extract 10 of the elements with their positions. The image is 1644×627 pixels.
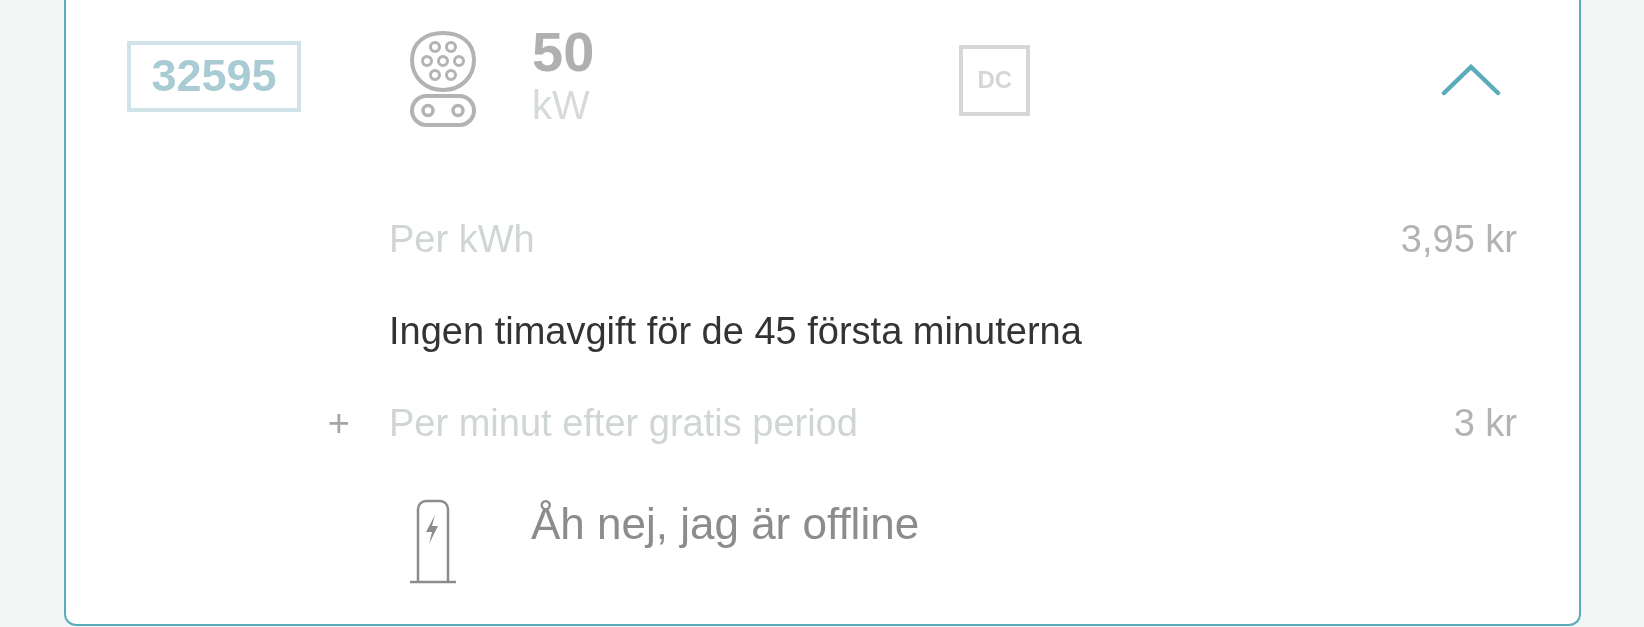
plus-sign: + — [327, 401, 350, 445]
charging-station-icon — [409, 498, 457, 584]
price-note: Ingen timavgift för de 45 första minuterna — [389, 309, 1082, 353]
power-value: 50 — [532, 22, 595, 82]
status-message: Åh nej, jag är offline — [531, 498, 920, 550]
collapse-chevron-button[interactable] — [1441, 64, 1501, 96]
connector-number: 32595 — [127, 40, 301, 112]
price-value: 3 kr — [1453, 401, 1517, 445]
connector-plug-icon — [408, 29, 478, 127]
price-value: 3,95 kr — [1400, 217, 1517, 261]
